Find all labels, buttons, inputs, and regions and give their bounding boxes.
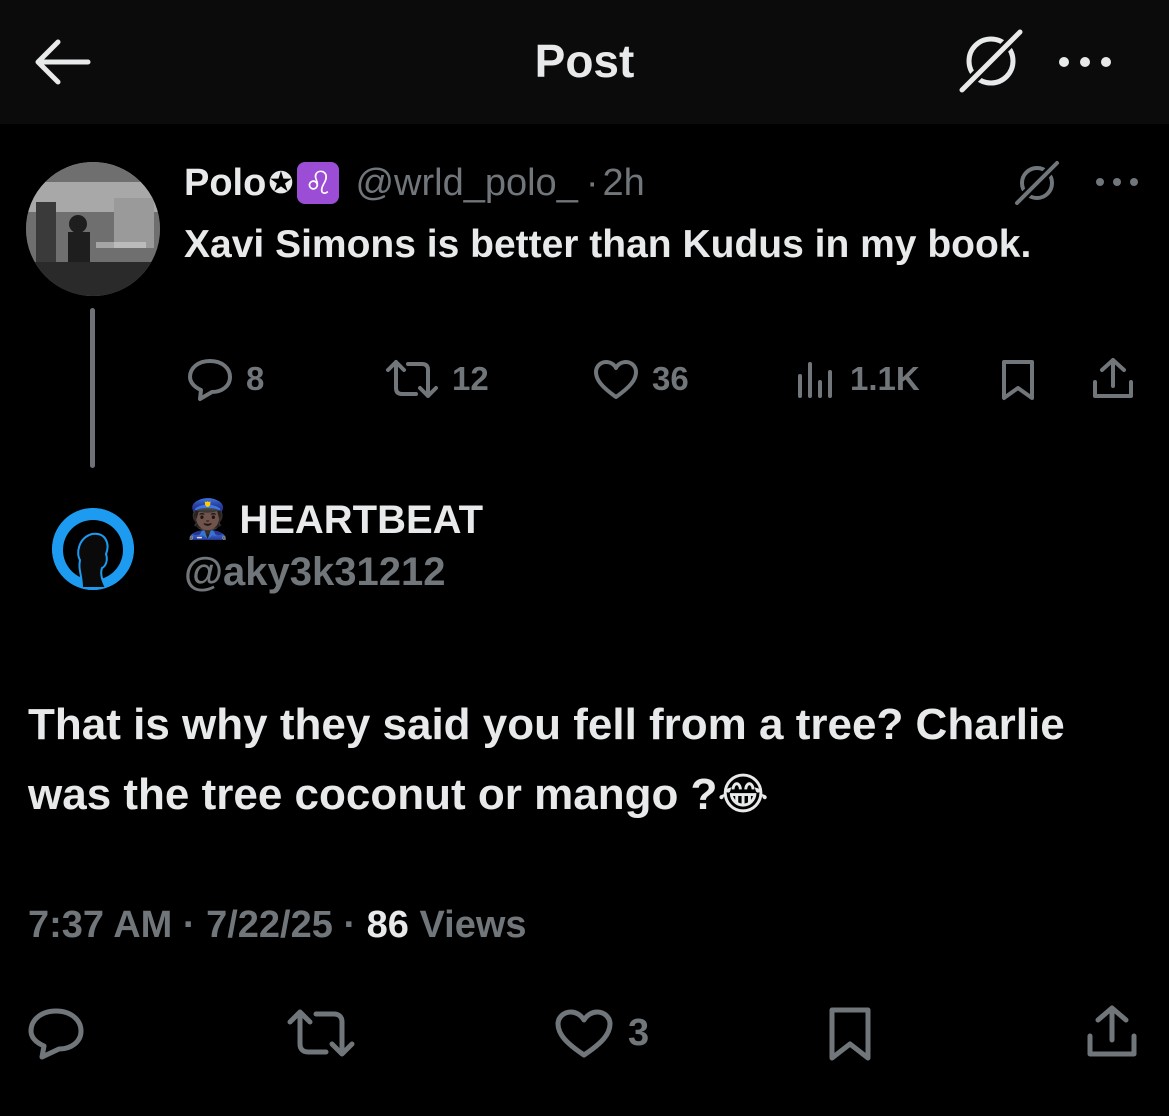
views-label[interactable]: Views	[409, 904, 527, 946]
reply-author-avatar[interactable]	[52, 508, 134, 590]
parent-grok-button[interactable]	[1012, 159, 1062, 207]
views-chart-icon	[798, 362, 832, 398]
reply-post-text: That is why they said you fell from a tr…	[28, 700, 1065, 819]
leo-badge-icon: ♌	[297, 162, 340, 204]
parent-views-button[interactable]: 1.1K	[794, 358, 920, 400]
parent-share-button[interactable]	[1090, 356, 1136, 402]
reply-author-handle[interactable]: @aky3k31212	[184, 550, 445, 595]
post-date: 7/22/25	[206, 904, 333, 946]
bookmark-button[interactable]	[826, 1006, 874, 1062]
bookmark-icon	[1002, 360, 1034, 400]
post-time: 7:37 AM	[28, 904, 173, 946]
heart-icon	[594, 360, 638, 399]
reply-author-row: 👮🏿 HEARTBEAT	[184, 494, 483, 546]
more-dots-icon	[1096, 178, 1138, 186]
reply-button[interactable]	[26, 1006, 86, 1060]
thread-connector-line	[90, 308, 95, 468]
post-meta-row: 7:37 AM · 7/22/25 · 86 Views	[28, 904, 527, 947]
share-icon	[1093, 358, 1133, 398]
parent-post-time[interactable]: 2h	[602, 162, 644, 205]
grok-button[interactable]	[956, 28, 1026, 94]
parent-author-name[interactable]: Polo	[184, 162, 266, 205]
parent-bookmark-button[interactable]	[998, 358, 1038, 402]
parent-author-avatar[interactable]	[26, 162, 160, 296]
grok-icon	[1013, 159, 1061, 207]
like-button[interactable]: 3	[554, 1008, 649, 1058]
more-button[interactable]	[1056, 44, 1116, 80]
repost-count: 12	[452, 360, 489, 397]
heart-icon	[555, 1009, 613, 1058]
reply-count: 8	[246, 360, 265, 397]
reply-icon	[28, 1008, 84, 1060]
bookmark-icon	[829, 1007, 871, 1061]
reply-author-name[interactable]: HEARTBEAT	[239, 498, 483, 543]
reply-icon	[188, 359, 232, 401]
repost-button[interactable]	[286, 1008, 356, 1058]
grok-icon	[958, 28, 1024, 94]
share-button[interactable]	[1084, 1004, 1140, 1060]
parent-more-button[interactable]	[1094, 170, 1140, 194]
star-badge-icon: ✪	[268, 166, 294, 200]
top-bar: Post	[0, 0, 1169, 124]
parent-reply-button[interactable]: 8	[186, 356, 264, 402]
like-count: 36	[652, 360, 689, 397]
police-officer-emoji-icon: 👮🏿	[184, 499, 232, 541]
parent-like-button[interactable]: 36	[592, 358, 689, 400]
parent-repost-button[interactable]: 12	[384, 358, 489, 400]
parent-author-handle[interactable]: @wrld_polo_	[355, 162, 577, 205]
repost-icon	[386, 360, 438, 398]
like-count: 3	[628, 1011, 650, 1054]
repost-icon	[287, 1009, 355, 1057]
share-icon	[1087, 1005, 1137, 1057]
handle-time-separator: ·	[585, 161, 599, 204]
meta-separator: ·	[332, 904, 367, 946]
parent-author-row: Polo ✪ ♌ @wrld_polo_ · 2h	[184, 158, 645, 208]
views-count[interactable]: 86	[367, 904, 409, 946]
parent-post-text: Xavi Simons is better than Kudus in my b…	[184, 223, 1032, 266]
views-count: 1.1K	[850, 360, 920, 397]
more-dots-icon	[1059, 57, 1111, 67]
meta-separator: ·	[172, 904, 207, 946]
